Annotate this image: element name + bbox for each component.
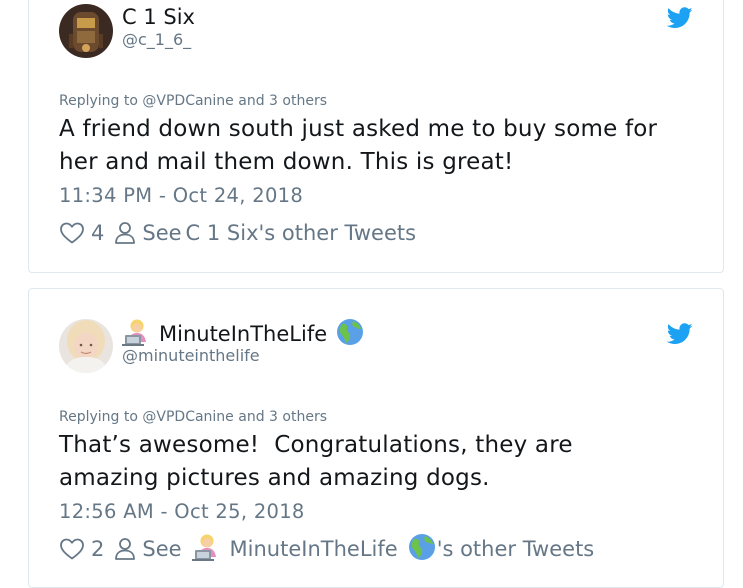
tweet-actions: 4 See C 1 Six's other Tweets [59, 218, 416, 248]
see-prefix: See [142, 221, 182, 245]
heart-icon[interactable] [59, 221, 85, 245]
replying-others-link[interactable]: and 3 others [238, 93, 327, 109]
replying-others-link[interactable]: and 3 others [238, 409, 327, 425]
timestamp-link[interactable]: 12:56 AM - Oct 25, 2018 [59, 500, 305, 523]
tweet-text: That’s awesome! Congratulations, they ar… [59, 432, 581, 491]
twitter-bird-icon[interactable] [666, 7, 693, 29]
replying-to: Replying to @VPDCanine and 3 others [59, 93, 327, 109]
tweet-actions: 2 See MinuteInTheLife 's other Tweets [59, 533, 594, 566]
replying-handle-link[interactable]: @VPDCanine [142, 93, 233, 109]
globe-americas-emoji-icon [336, 318, 364, 350]
tweet-card: C 1 Six @c_1_6_ Replying to @VPDCanine a… [28, 0, 724, 273]
avatar[interactable] [59, 319, 113, 373]
tweet-text: A friend down south just asked me to buy… [59, 116, 658, 175]
display-name: MinuteInTheLife [159, 322, 328, 346]
replying-prefix: Replying to [59, 409, 138, 425]
user-handle[interactable]: @minuteinthelife [122, 346, 260, 366]
timestamp-link[interactable]: 11:34 PM - Oct 24, 2018 [59, 184, 303, 207]
display-name-row[interactable]: MinuteInTheLife [122, 319, 364, 349]
see-name: C 1 Six's other Tweets [185, 221, 417, 245]
person-icon[interactable] [114, 537, 136, 561]
see-other-tweets-link[interactable]: See C 1 Six's other Tweets [142, 221, 416, 245]
replying-to: Replying to @VPDCanine and 3 others [59, 409, 327, 425]
replying-handle-link[interactable]: @VPDCanine [142, 409, 233, 425]
globe-americas-emoji-icon [408, 533, 436, 566]
see-prefix: See [142, 537, 182, 561]
see-suffix: 's other Tweets [436, 537, 595, 561]
tweet-card: MinuteInTheLife @minuteinthelife Replyin… [28, 288, 724, 588]
heart-icon[interactable] [59, 537, 85, 561]
twitter-bird-icon[interactable] [666, 323, 693, 345]
person-icon[interactable] [114, 221, 136, 245]
replying-prefix: Replying to [59, 93, 138, 109]
see-name: MinuteInTheLife [229, 537, 398, 561]
avatar[interactable] [59, 4, 113, 58]
like-count[interactable]: 2 [91, 537, 104, 561]
like-count[interactable]: 4 [91, 221, 104, 245]
display-name[interactable]: C 1 Six [122, 4, 195, 30]
user-handle[interactable]: @c_1_6_ [122, 30, 191, 50]
see-other-tweets-link[interactable]: See MinuteInTheLife 's other Tweets [142, 533, 594, 566]
woman-technologist-emoji-icon [191, 533, 222, 566]
